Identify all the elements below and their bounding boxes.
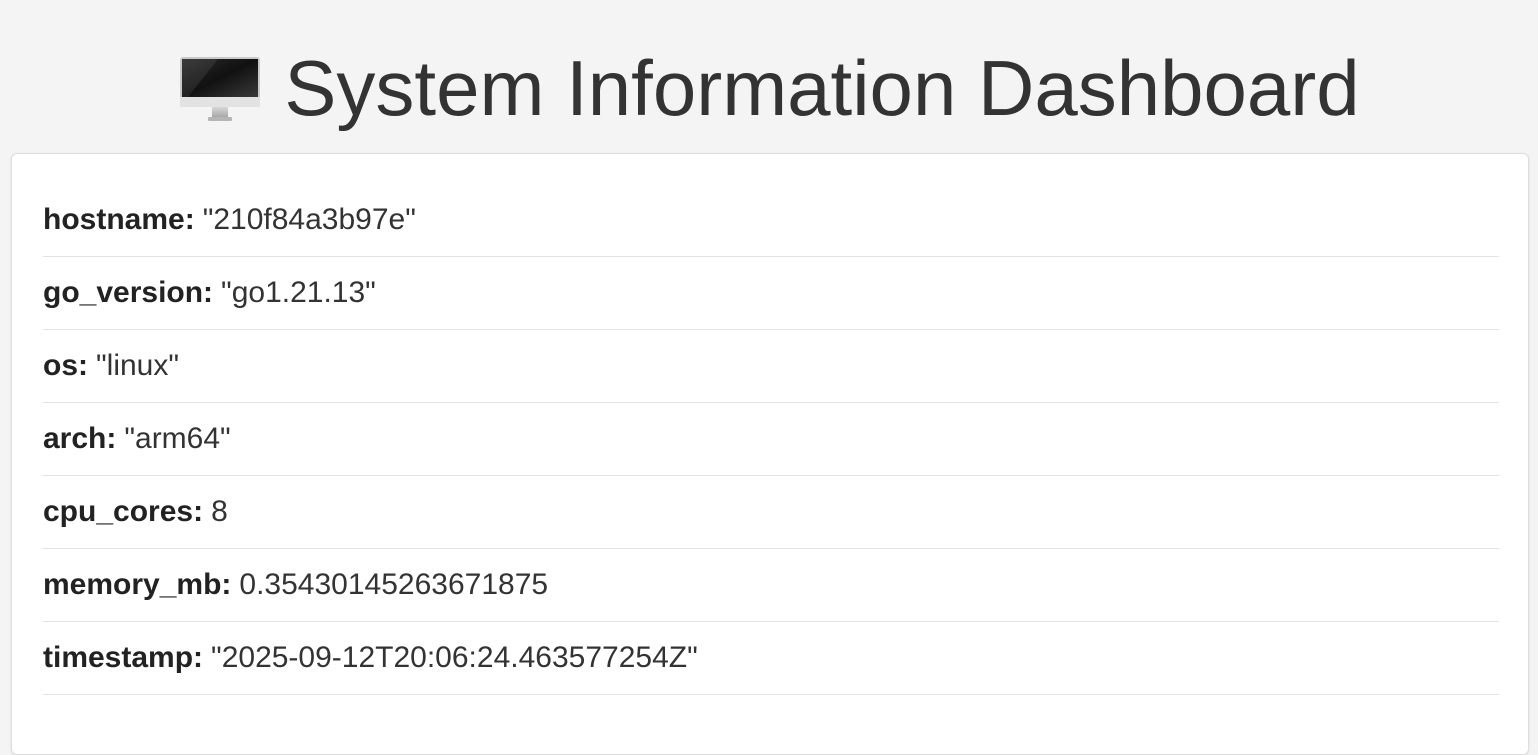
info-row-memory-mb: memory_mb: 0.35430145263671875 (43, 549, 1499, 622)
info-key: hostname: (43, 203, 195, 236)
page-title: System Information Dashboard (284, 43, 1360, 132)
info-value: "go1.21.13" (221, 276, 376, 309)
info-row-cpu-cores: cpu_cores: 8 (43, 476, 1499, 549)
info-key: os: (43, 349, 88, 382)
info-row-arch: arch: "arm64" (43, 403, 1499, 476)
info-row-hostname: hostname: "210f84a3b97e" (43, 184, 1499, 257)
info-row-go-version: go_version: "go1.21.13" (43, 257, 1499, 330)
info-key: arch: (43, 422, 117, 455)
info-key: cpu_cores: (43, 495, 204, 528)
info-value: "2025-09-12T20:06:24.463577254Z" (211, 641, 698, 674)
info-value: 8 (211, 495, 228, 528)
info-value: "linux" (96, 349, 179, 382)
desktop-computer-icon (180, 56, 261, 121)
info-row-timestamp: timestamp: "2025-09-12T20:06:24.46357725… (43, 622, 1499, 695)
info-list: hostname: "210f84a3b97e" go_version: "go… (43, 184, 1499, 695)
page-header: System Information Dashboard (0, 40, 1538, 135)
system-info-card: hostname: "210f84a3b97e" go_version: "go… (11, 153, 1529, 755)
info-key: timestamp: (43, 641, 204, 674)
info-key: memory_mb: (43, 568, 232, 601)
info-value: "210f84a3b97e" (202, 203, 416, 236)
info-value: "arm64" (124, 422, 231, 455)
info-key: go_version: (43, 276, 214, 309)
info-value: 0.35430145263671875 (239, 568, 549, 601)
info-row-os: os: "linux" (43, 330, 1499, 403)
